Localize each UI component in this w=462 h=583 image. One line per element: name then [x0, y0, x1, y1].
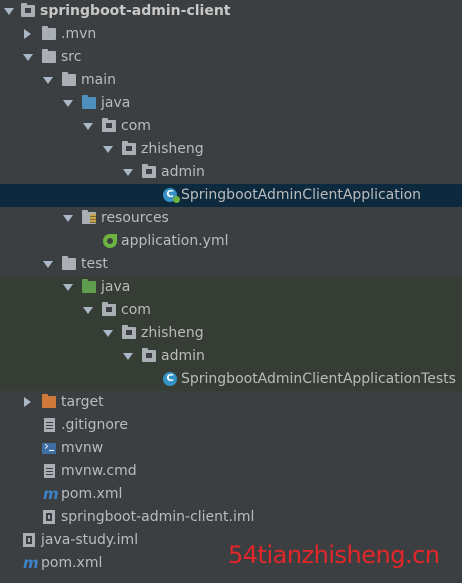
text-file-icon — [44, 418, 55, 432]
folder-icon — [62, 256, 76, 270]
chevron-down-icon[interactable] — [83, 123, 93, 130]
chevron-down-icon[interactable] — [63, 100, 73, 107]
shell-script-icon — [42, 441, 56, 454]
tree-node-root[interactable]: springboot-admin-client — [0, 0, 462, 23]
folder-icon — [42, 49, 56, 63]
excluded-folder-icon — [42, 394, 56, 408]
tree-node-label: SpringbootAdminClientApplication — [181, 187, 422, 203]
tree-node-test-com[interactable]: com — [0, 299, 462, 322]
tree-node-label: mvnw.cmd — [61, 463, 137, 479]
module-file-icon — [23, 533, 35, 547]
chevron-right-icon[interactable] — [24, 397, 31, 407]
module-folder-icon — [21, 3, 35, 17]
spring-leaf-icon — [103, 234, 117, 248]
tree-node-mvnw[interactable]: mvnw — [0, 437, 462, 460]
tree-node-mvn[interactable]: .mvn — [0, 23, 462, 46]
tree-node-label: target — [61, 394, 104, 410]
tree-node-label: admin — [161, 348, 205, 364]
tree-node-label: test — [81, 256, 108, 272]
tree-node-label: main — [81, 72, 116, 88]
tree-node-admin[interactable]: admin — [0, 161, 462, 184]
tree-node-label: admin — [161, 164, 205, 180]
tree-node-label: pom.xml — [61, 486, 123, 502]
tree-node-label: mvnw — [61, 440, 104, 456]
watermark: 54tianzhisheng.cn — [228, 541, 440, 569]
chevron-right-icon[interactable] — [24, 29, 31, 39]
tree-node-label: java — [101, 95, 131, 111]
chevron-down-icon[interactable] — [4, 8, 14, 15]
folder-icon — [42, 26, 56, 40]
resources-folder-icon — [82, 210, 96, 224]
tree-node-gitignore[interactable]: .gitignore — [0, 414, 462, 437]
package-icon — [122, 325, 136, 339]
chevron-down-icon[interactable] — [43, 77, 53, 84]
tree-node-test-class[interactable]: C SpringbootAdminClientApplicationTests — [0, 368, 462, 391]
tree-node-label: com — [121, 118, 151, 134]
tree-node-label: .gitignore — [61, 417, 128, 433]
tree-node-label: zhisheng — [141, 325, 204, 341]
tree-node-module-iml[interactable]: springboot-admin-client.iml — [0, 506, 462, 529]
tree-node-application-yml[interactable]: application.yml — [0, 230, 462, 253]
tree-node-label: zhisheng — [141, 141, 204, 157]
tree-node-test-java[interactable]: java — [0, 276, 462, 299]
chevron-down-icon[interactable] — [103, 146, 113, 153]
tree-node-label: java — [101, 279, 131, 295]
package-icon — [122, 141, 136, 155]
source-folder-icon — [82, 95, 96, 109]
text-file-icon — [44, 464, 55, 478]
tree-node-label: java-study.iml — [41, 532, 139, 548]
package-icon — [102, 118, 116, 132]
module-file-icon — [43, 510, 55, 524]
tree-node-test-zhisheng[interactable]: zhisheng — [0, 322, 462, 345]
tree-node-label: springboot-admin-client — [40, 3, 231, 19]
chevron-down-icon[interactable] — [23, 54, 33, 61]
test-class-icon: C — [163, 372, 177, 386]
package-icon — [142, 164, 156, 178]
chevron-down-icon[interactable] — [83, 307, 93, 314]
tree-node-label: SpringbootAdminClientApplicationTests — [181, 371, 456, 387]
package-icon — [142, 348, 156, 362]
chevron-down-icon[interactable] — [63, 284, 73, 291]
tree-node-label: springboot-admin-client.iml — [61, 509, 255, 525]
tree-node-target[interactable]: target — [0, 391, 462, 414]
tree-node-main[interactable]: main — [0, 69, 462, 92]
chevron-down-icon[interactable] — [103, 330, 113, 337]
tree-node-test[interactable]: test — [0, 253, 462, 276]
tree-node-src[interactable]: src — [0, 46, 462, 69]
folder-icon — [62, 72, 76, 86]
maven-icon: m — [43, 485, 59, 503]
tree-node-label: resources — [101, 210, 169, 226]
tree-node-label: src — [61, 49, 82, 65]
tree-node-label: pom.xml — [41, 555, 103, 571]
tree-node-com[interactable]: com — [0, 115, 462, 138]
chevron-down-icon[interactable] — [123, 353, 133, 360]
project-tree: springboot-admin-client .mvn src main ja… — [0, 0, 462, 575]
chevron-down-icon[interactable] — [63, 215, 73, 222]
tree-node-label: com — [121, 302, 151, 318]
maven-icon: m — [23, 554, 39, 572]
tree-node-java[interactable]: java — [0, 92, 462, 115]
tree-node-zhisheng[interactable]: zhisheng — [0, 138, 462, 161]
chevron-down-icon[interactable] — [123, 169, 133, 176]
tree-node-label: application.yml — [121, 233, 229, 249]
test-source-folder-icon — [82, 279, 96, 293]
package-icon — [102, 302, 116, 316]
tree-node-test-admin[interactable]: admin — [0, 345, 462, 368]
tree-node-mvnw-cmd[interactable]: mvnw.cmd — [0, 460, 462, 483]
tree-node-label: .mvn — [61, 26, 97, 42]
tree-node-resources[interactable]: resources — [0, 207, 462, 230]
tree-node-app-class[interactable]: C SpringbootAdminClientApplication — [0, 184, 462, 207]
tree-node-pom[interactable]: m pom.xml — [0, 483, 462, 506]
spring-boot-class-icon: C — [163, 188, 180, 203]
chevron-down-icon[interactable] — [43, 261, 53, 268]
